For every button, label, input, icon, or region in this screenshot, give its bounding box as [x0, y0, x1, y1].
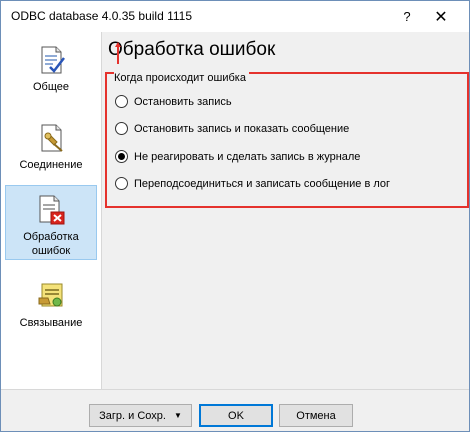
ok-button[interactable]: OK — [199, 404, 273, 427]
sidebar-item-label: Соединение — [19, 159, 83, 171]
sidebar-item-label: Общее — [32, 81, 70, 93]
option-label: Не реагировать и сделать запись в журнал… — [134, 150, 361, 163]
sidebar: Общее Соединение Обработка ошибок Связыв… — [1, 32, 102, 389]
option-stop-and-show-message[interactable]: Остановить запись и показать сообщение — [115, 122, 349, 135]
radio-button[interactable] — [115, 177, 128, 190]
cancel-button[interactable]: Отмена — [279, 404, 353, 427]
help-button[interactable]: ? — [390, 1, 424, 32]
load-save-dropdown-button[interactable]: Загр. и Сохр. ▼ — [89, 404, 192, 427]
highlight-arrow-icon — [115, 42, 121, 64]
option-label: Остановить запись и показать сообщение — [134, 122, 350, 135]
sidebar-item-general[interactable]: Общее — [5, 44, 97, 104]
title-bar: ODBC database 4.0.35 build 1115 ? ✕ — [1, 1, 469, 32]
sidebar-item-error-handling[interactable]: Обработка ошибок — [5, 185, 97, 260]
option-label: Переподсоединиться и записать сообщение … — [134, 177, 391, 190]
window-title: ODBC database 4.0.35 build 1115 — [11, 9, 193, 23]
connection-plug-icon — [41, 124, 63, 152]
option-reconnect-and-log[interactable]: Переподсоединиться и записать сообщение … — [115, 177, 390, 190]
radio-button[interactable] — [115, 122, 128, 135]
chevron-down-icon: ▼ — [173, 411, 182, 420]
option-stop-recording[interactable]: Остановить запись — [115, 95, 232, 108]
load-save-label: Загр. и Сохр. — [99, 409, 166, 422]
option-ignore-and-log[interactable]: Не реагировать и сделать запись в журнал… — [115, 150, 360, 163]
dialog-window: ODBC database 4.0.35 build 1115 ? ✕ Обще… — [0, 0, 470, 432]
close-button[interactable]: ✕ — [424, 1, 458, 32]
document-error-icon — [39, 195, 65, 225]
sidebar-item-label: Обработка ошибок — [23, 231, 79, 257]
group-label: Когда происходит ошибка — [114, 72, 249, 84]
option-label: Остановить запись — [134, 95, 232, 108]
sidebar-item-linking[interactable]: Связывание — [5, 280, 97, 340]
sidebar-item-label: Связывание — [19, 317, 83, 329]
radio-button-selected[interactable] — [115, 150, 128, 163]
page-title: Обработка ошибок — [108, 39, 276, 60]
sidebar-item-connection[interactable]: Соединение — [5, 122, 97, 182]
document-check-icon — [41, 46, 65, 74]
button-bar: Загр. и Сохр. ▼ OK Отмена — [1, 389, 469, 431]
note-link-icon — [38, 283, 63, 307]
main-panel: Обработка ошибок Когда происходит ошибка… — [102, 32, 469, 389]
radio-button[interactable] — [115, 95, 128, 108]
